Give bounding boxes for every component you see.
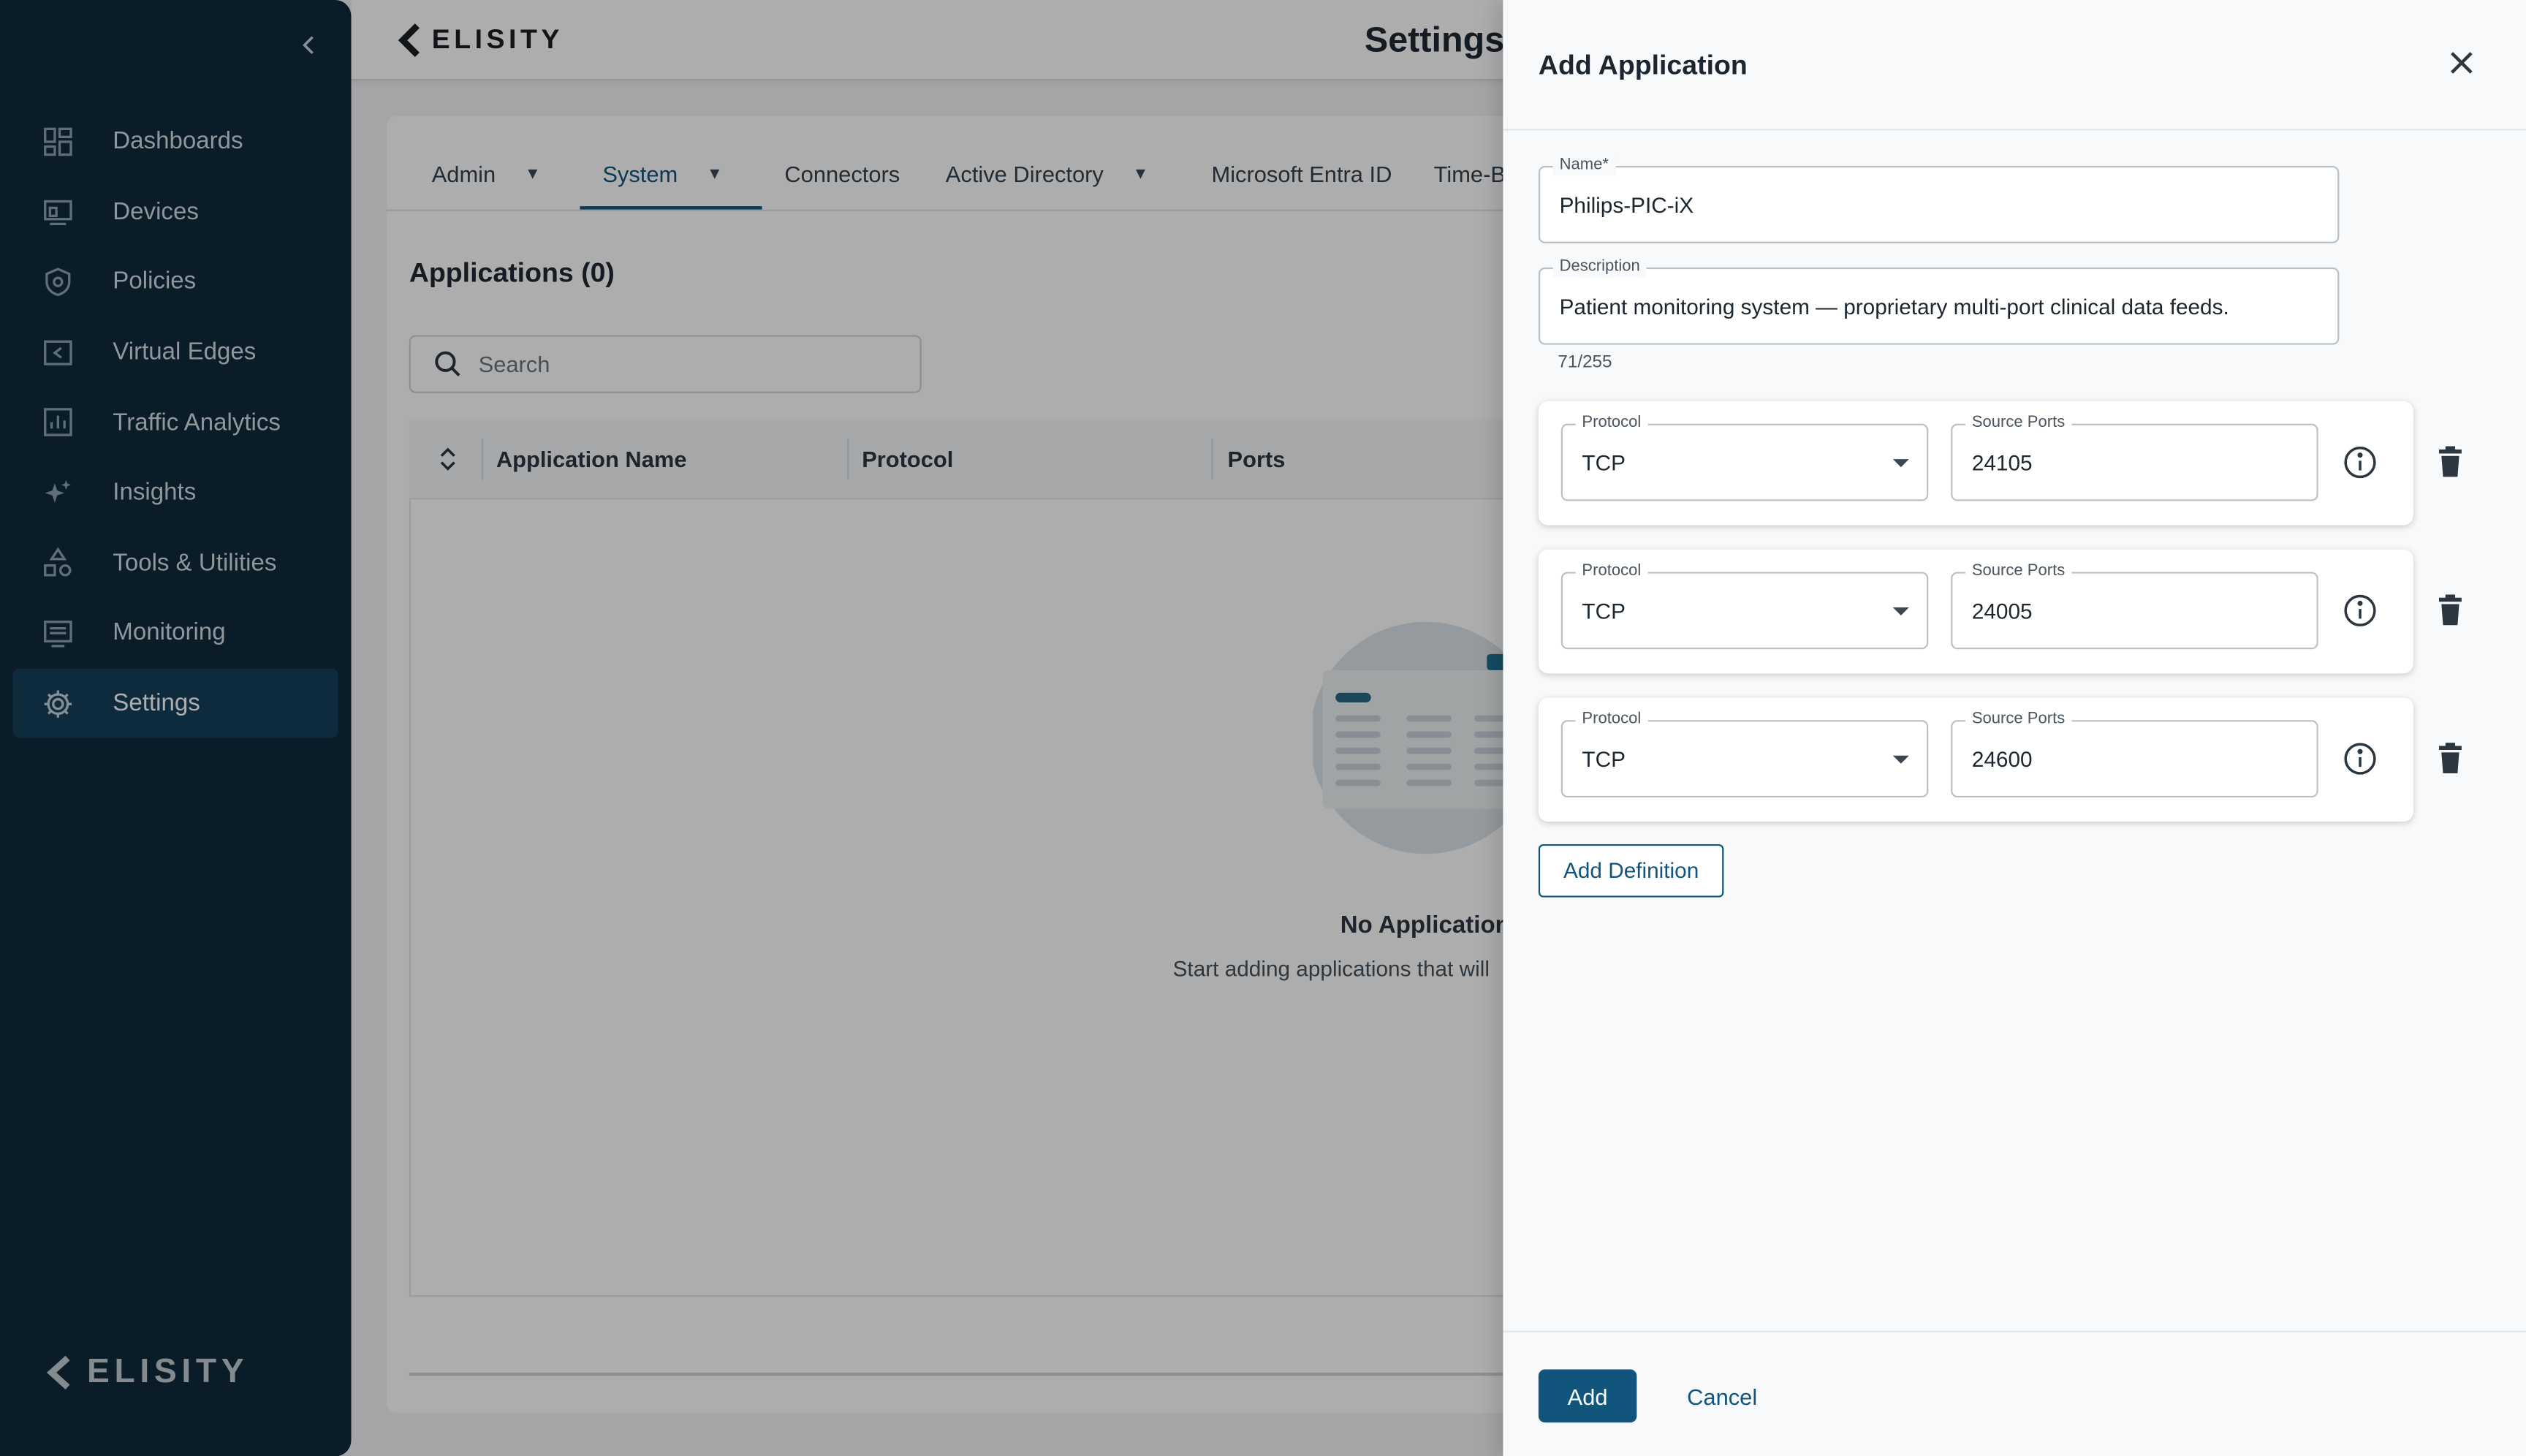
protocol-label: Protocol — [1575, 562, 1648, 582]
caret-down-icon — [1892, 459, 1909, 468]
required-marker: * — [1602, 156, 1609, 175]
protocol-label: Protocol — [1575, 414, 1648, 433]
info-icon[interactable] — [2343, 741, 2378, 776]
source-ports-input[interactable]: 24600 — [1972, 748, 2033, 772]
protocol-select[interactable]: Protocol TCP — [1560, 710, 1929, 798]
name-field[interactable]: Name* Philips-PIC-iX — [1538, 156, 2340, 243]
add-application-drawer: Add Application Name* Philips-PIC-iX Des… — [1503, 0, 2526, 1456]
source-ports-field[interactable]: Source Ports 24600 — [1951, 710, 2318, 798]
name-label-text: Name — [1559, 156, 1603, 175]
info-icon[interactable] — [2343, 593, 2378, 628]
source-ports-label: Source Ports — [1965, 710, 2072, 730]
drawer-title: Add Application — [1538, 50, 1748, 81]
source-ports-input[interactable]: 24105 — [1972, 451, 2033, 475]
protocol-value: TCP — [1582, 451, 1626, 476]
cancel-button[interactable]: Cancel — [1671, 1369, 1774, 1422]
definition-row: Protocol TCP Source Ports 24105 — [1538, 401, 2413, 526]
source-ports-input[interactable]: 24005 — [1972, 599, 2033, 623]
protocol-value: TCP — [1582, 599, 1626, 623]
close-icon[interactable] — [2446, 47, 2478, 79]
name-input[interactable]: Philips-PIC-iX — [1560, 193, 1694, 217]
source-ports-label: Source Ports — [1965, 414, 2072, 433]
protocol-label: Protocol — [1575, 710, 1648, 730]
character-counter: 71/255 — [1558, 352, 1612, 373]
trash-icon[interactable] — [2436, 446, 2465, 479]
trash-icon[interactable] — [2436, 743, 2465, 775]
protocol-select[interactable]: Protocol TCP — [1560, 414, 1929, 501]
definition-row: Protocol TCP Source Ports 24005 — [1538, 549, 2413, 674]
add-definition-button[interactable]: Add Definition — [1538, 843, 1724, 898]
add-button[interactable]: Add — [1538, 1369, 1637, 1423]
source-ports-field[interactable]: Source Ports 24105 — [1951, 414, 2318, 501]
definition-row: Protocol TCP Source Ports 24600 — [1538, 697, 2413, 822]
description-field[interactable]: Description Patient monitoring system — … — [1538, 257, 2340, 345]
drawer-header: Add Application — [1503, 0, 2526, 131]
name-field-label: Name* — [1552, 156, 1615, 176]
trash-icon[interactable] — [2436, 594, 2465, 626]
drawer-footer: Add Cancel — [1503, 1330, 2526, 1456]
description-input[interactable]: Patient monitoring system — proprietary … — [1560, 295, 2229, 319]
caret-down-icon — [1892, 755, 1909, 764]
caret-down-icon — [1892, 607, 1909, 615]
protocol-select[interactable]: Protocol TCP — [1560, 562, 1929, 650]
description-field-label: Description — [1552, 257, 1647, 278]
source-ports-label: Source Ports — [1965, 562, 2072, 582]
info-icon[interactable] — [2343, 444, 2378, 479]
protocol-value: TCP — [1582, 747, 1626, 772]
source-ports-field[interactable]: Source Ports 24005 — [1951, 562, 2318, 650]
